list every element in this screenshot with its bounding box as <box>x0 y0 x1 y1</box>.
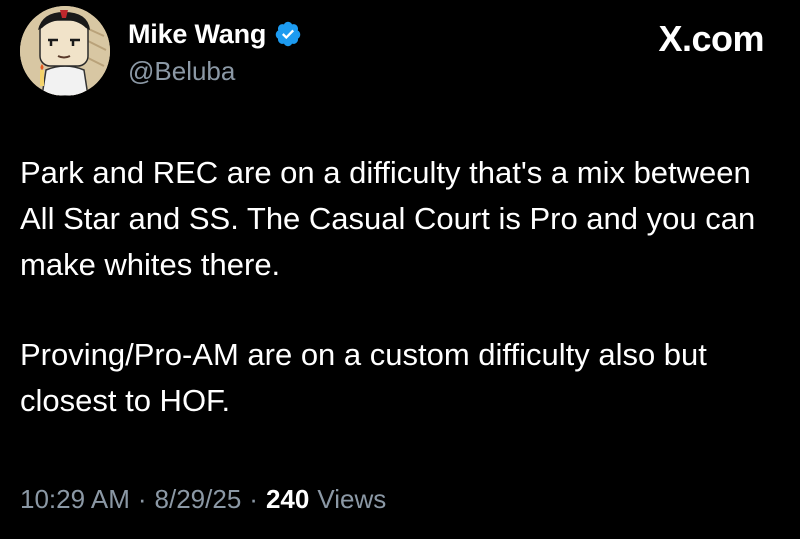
tweet-meta: 10:29 AM · 8/29/25 · 240 Views <box>20 484 386 515</box>
x-com-logo: X.com <box>658 18 764 59</box>
author-name-row: Mike Wang <box>128 14 302 54</box>
views-count[interactable]: 240 <box>266 484 309 515</box>
tweet-card: Mike Wang @Beluba X.com Park and REC are… <box>0 0 800 539</box>
verified-badge-icon <box>275 21 301 47</box>
tweet-date[interactable]: 8/29/25 <box>155 484 242 515</box>
meta-separator: · <box>249 484 258 514</box>
tweet-text: Park and REC are on a difficulty that's … <box>20 150 780 424</box>
author-name[interactable]: Mike Wang <box>128 19 266 50</box>
meta-separator: · <box>137 484 147 514</box>
author-handle[interactable]: @Beluba <box>128 56 235 87</box>
cartoon-avatar-icon <box>20 6 110 96</box>
author-avatar[interactable] <box>20 6 110 96</box>
tweet-paragraph: Proving/Pro-AM are on a custom difficult… <box>20 337 707 418</box>
views-label: Views <box>317 484 387 514</box>
tweet-paragraph: Park and REC are on a difficulty that's … <box>20 155 756 282</box>
tweet-time[interactable]: 10:29 AM <box>20 484 130 515</box>
